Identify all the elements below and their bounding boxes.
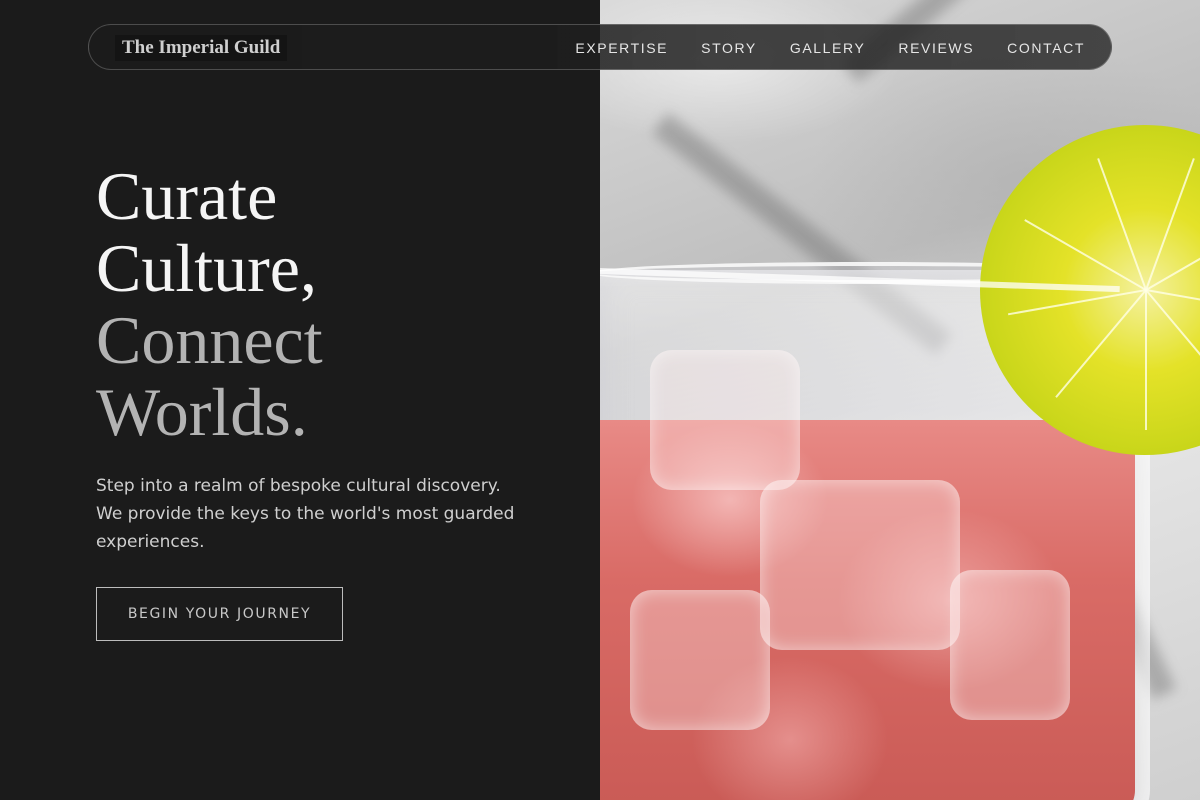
hero-title-line: Worlds. — [96, 374, 308, 450]
hero-title-line: Curate — [96, 158, 278, 234]
hero-title: Curate Culture, Connect Worlds. — [96, 160, 323, 448]
top-navigation: The Imperial Guild EXPERTISE STORY GALLE… — [88, 24, 1112, 70]
nav-link-contact[interactable]: CONTACT — [1007, 40, 1085, 56]
nav-link-gallery[interactable]: GALLERY — [790, 40, 866, 56]
brand-logo[interactable]: The Imperial Guild — [115, 35, 288, 61]
nav-link-expertise[interactable]: EXPERTISE — [575, 40, 668, 56]
cocktail-photo — [600, 0, 1200, 800]
nav-links: EXPERTISE STORY GALLERY REVIEWS CONTACT — [575, 25, 1085, 71]
hero-description: Step into a realm of bespoke cultural di… — [96, 476, 515, 552]
hero-title-line: Culture, — [96, 230, 317, 306]
ice-cube — [630, 590, 770, 730]
pink-drink — [600, 350, 1135, 800]
begin-journey-button[interactable]: BEGIN YOUR JOURNEY — [96, 587, 343, 641]
ice-cube — [950, 570, 1070, 720]
nav-link-story[interactable]: STORY — [701, 40, 757, 56]
ice-cube — [760, 480, 960, 650]
nav-link-reviews[interactable]: REVIEWS — [898, 40, 974, 56]
ice-cube — [650, 350, 800, 490]
hero-title-line: Connect — [96, 302, 323, 378]
